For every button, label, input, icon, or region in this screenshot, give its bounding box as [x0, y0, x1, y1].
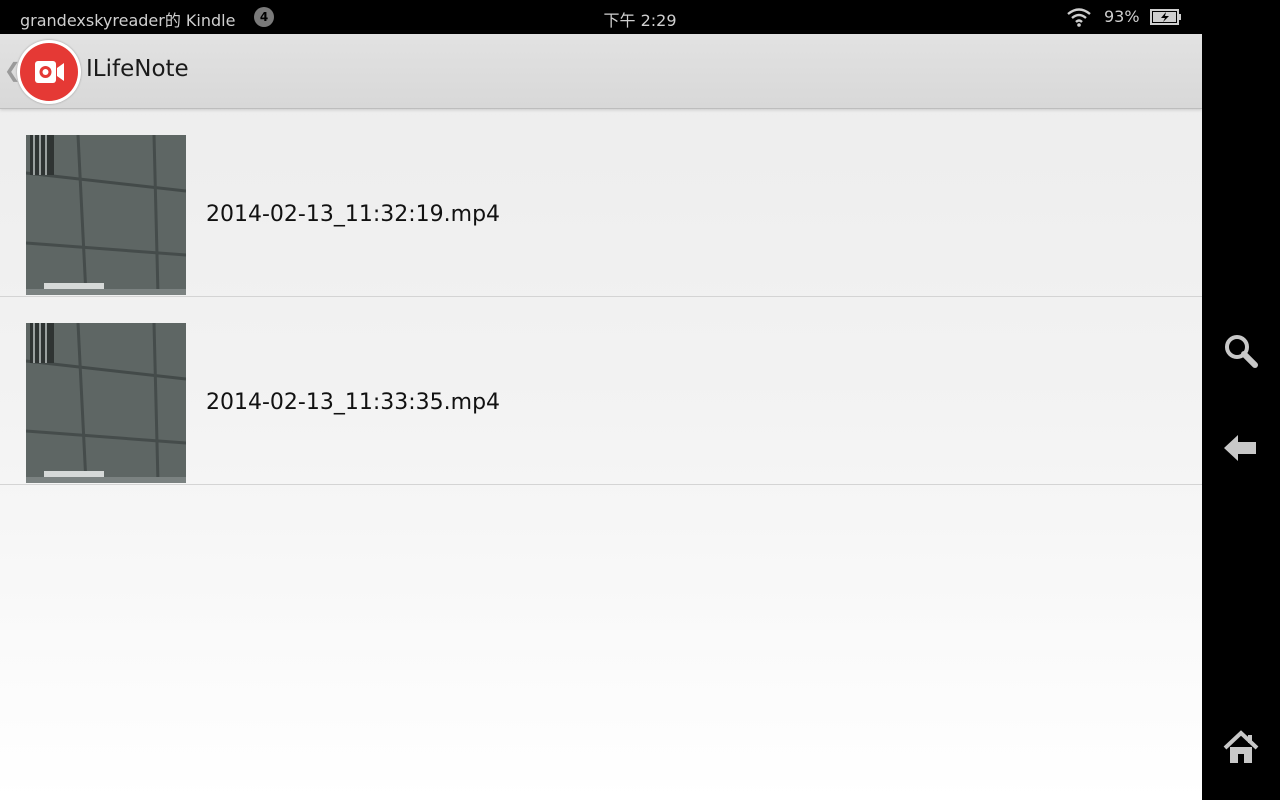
action-bar: ❮ ILifeNote [0, 34, 1202, 109]
app-title: ILifeNote [86, 56, 189, 82]
video-thumbnail [26, 323, 186, 483]
battery-charging-icon [1150, 9, 1181, 25]
home-icon[interactable] [1221, 728, 1261, 768]
app-icon[interactable] [17, 40, 81, 104]
video-thumbnail [26, 135, 186, 295]
file-name: 2014-02-13_11:33:35.mp4 [206, 390, 501, 415]
battery-percent: 93% [1104, 7, 1140, 26]
back-arrow-icon[interactable] [1221, 428, 1261, 468]
kindle-screen: grandexskyreader的 Kindle 4 下午 2:29 93% ❮ [0, 0, 1280, 800]
video-file-list: 2014-02-13_11:32:19.mp4 2014-02-13_11:33… [0, 109, 1202, 485]
list-item[interactable]: 2014-02-13_11:33:35.mp4 [0, 297, 1202, 485]
search-icon[interactable] [1221, 331, 1261, 371]
file-name: 2014-02-13_11:32:19.mp4 [206, 202, 501, 227]
status-bar: grandexskyreader的 Kindle 4 下午 2:29 93% [0, 0, 1202, 34]
list-item[interactable]: 2014-02-13_11:32:19.mp4 [0, 109, 1202, 297]
nav-bar [1202, 0, 1280, 800]
wifi-icon [1067, 8, 1091, 27]
app-content: ❮ ILifeNote 2014-02-13_11:32:19.mp4 2014… [0, 34, 1202, 800]
video-camera-icon [20, 43, 78, 101]
